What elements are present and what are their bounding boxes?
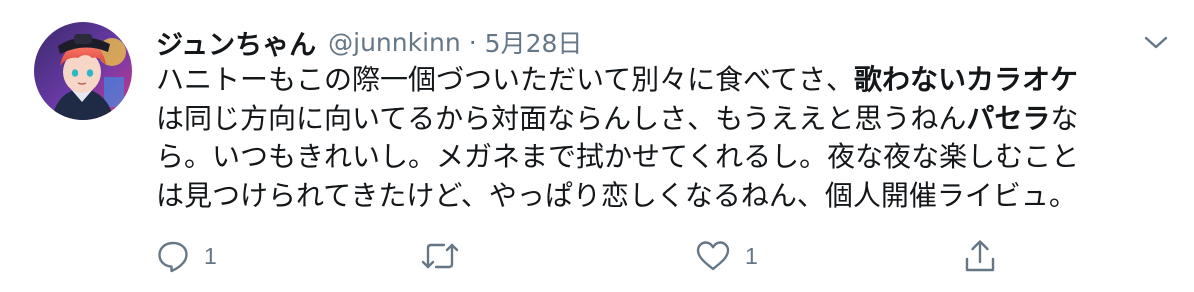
tweet-actions: 1 1 (0, 234, 1194, 278)
tweet-text-segment: ハニトーもこの際一個づついただいて別々に食べてさ、 (156, 63, 855, 96)
avatar-image (34, 22, 132, 120)
like-count: 1 (745, 242, 758, 269)
share-button[interactable] (963, 234, 997, 278)
user-handle[interactable]: @junnkinn (328, 28, 461, 57)
tweet-text-bold: パセラ (966, 101, 1051, 135)
chevron-down-icon (1144, 36, 1168, 49)
tweet-menu-button[interactable] (1142, 32, 1170, 52)
tweet-text-line: は見つけられてきたけど、やっぱり恋しくなるねん、個人開催ライビュ。 (156, 178, 1077, 212)
tweet-text-line: は同じ方向に向いてるから対面ならんしさ、もうええと思うねんパセラな (156, 100, 1156, 139)
tweet-header: ジュンちゃん @junnkinn · 5月28日 (156, 23, 583, 62)
tweet-text-line: ら。いつもきれいし。メガネまで拭かせてくれるし。夜な夜な楽しむこと (156, 140, 1080, 173)
reply-count: 1 (204, 242, 217, 269)
tweet-text-bold: 歌わないカラオケ (854, 63, 1079, 96)
like-button[interactable]: 1 (695, 234, 758, 278)
reply-button[interactable]: 1 (156, 234, 217, 278)
share-icon (965, 240, 995, 272)
header-separator: · (468, 27, 477, 57)
display-name[interactable]: ジュンちゃん (156, 23, 316, 62)
retweet-icon (421, 243, 459, 269)
tweet-text-segment: は同じ方向に向いてるから対面ならんしさ、もうええと思うねん (156, 101, 967, 135)
avatar[interactable] (34, 22, 132, 120)
tweet-text-segment: な (1050, 101, 1079, 135)
heart-icon (696, 241, 730, 271)
tweet-text-line: ハニトーもこの際一個づついただいて別々に食べてさ、歌わないカラオケ (156, 61, 1156, 100)
reply-icon (158, 241, 188, 273)
tweet-date[interactable]: 5月28日 (485, 24, 583, 60)
tweet: ジュンちゃん @junnkinn · 5月28日 ハニトーもこの際一個づついただ… (0, 0, 1194, 292)
retweet-button[interactable] (420, 234, 474, 278)
tweet-text: ハニトーもこの際一個づついただいて別々に食べてさ、歌わないカラオケ は同じ方向に… (156, 61, 1156, 215)
